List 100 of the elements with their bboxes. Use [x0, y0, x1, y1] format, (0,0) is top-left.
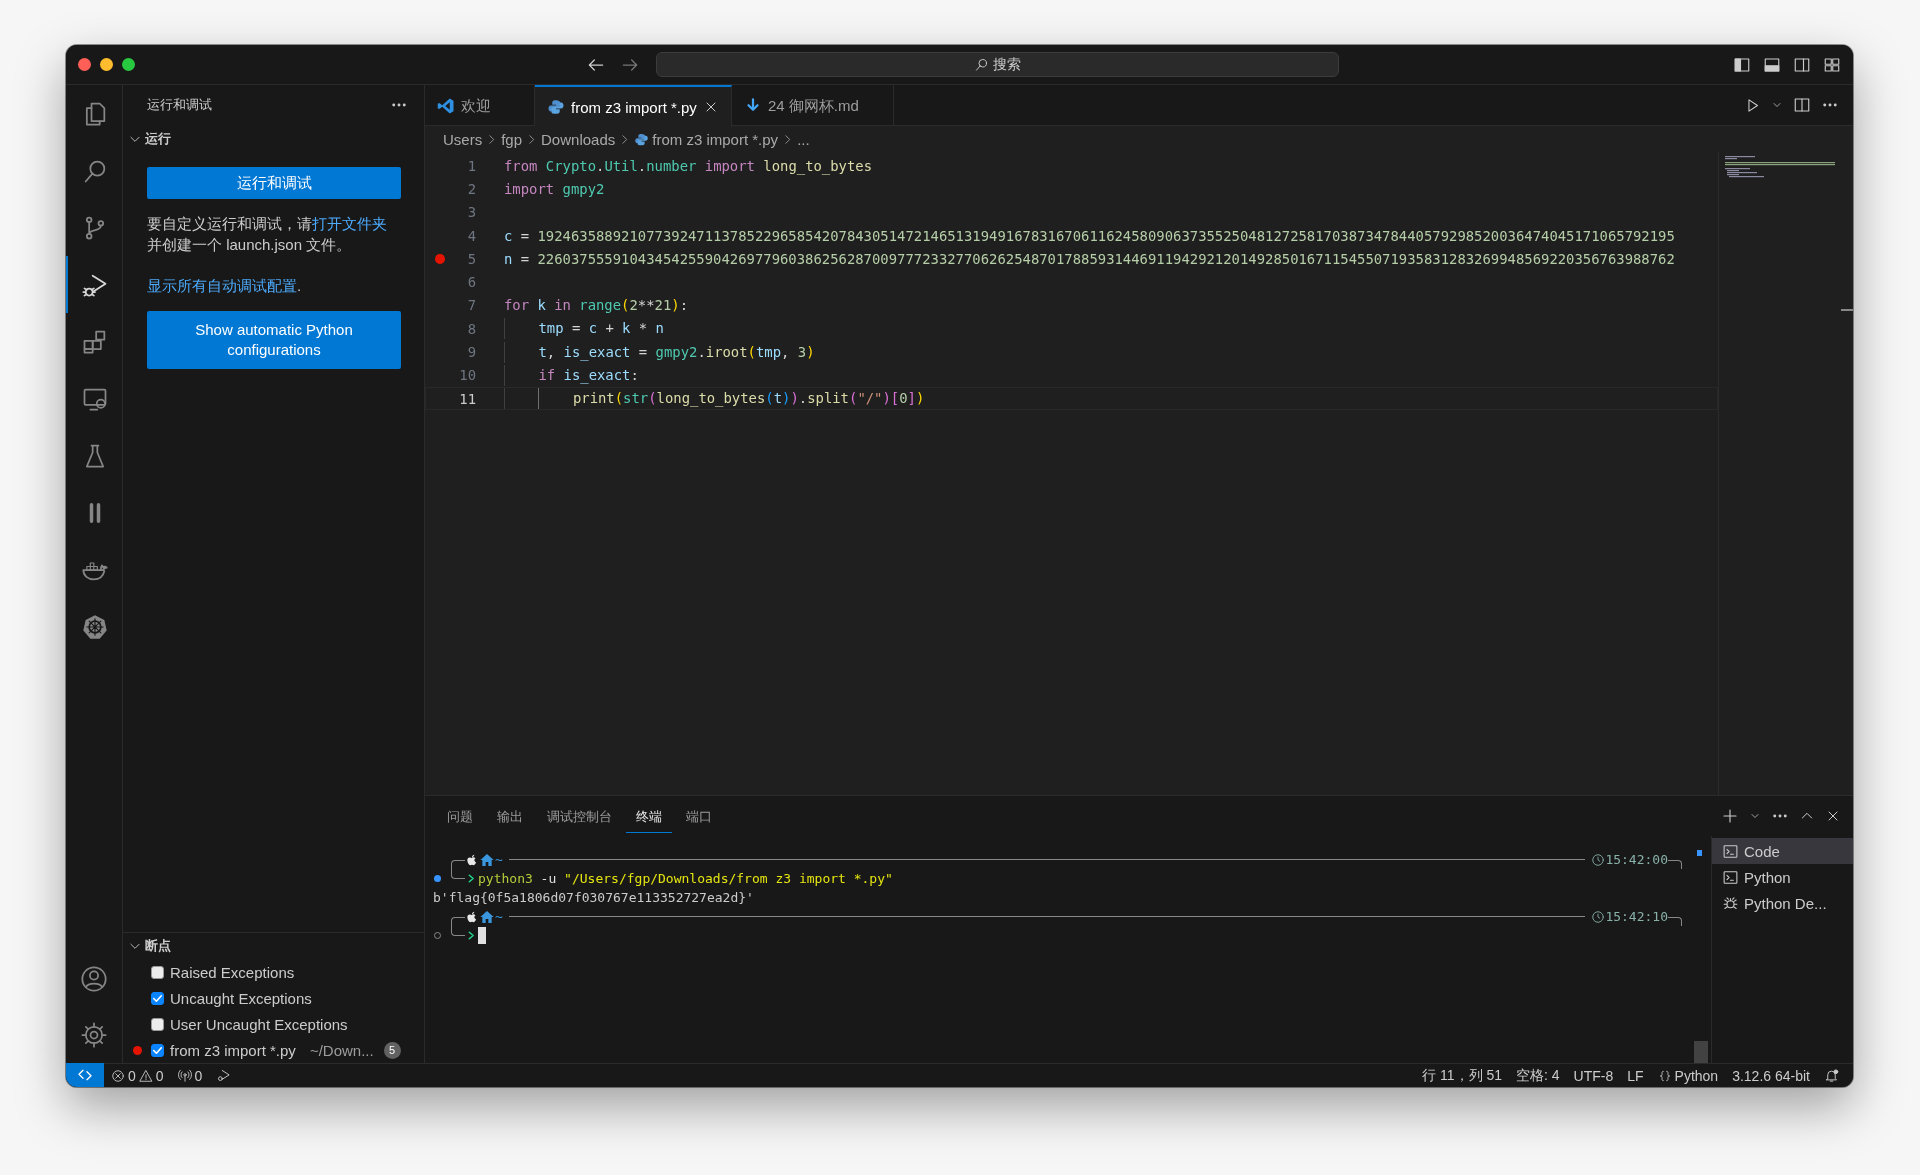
terminal-icon: [1722, 842, 1739, 860]
panel-tab[interactable]: 问题: [437, 799, 483, 833]
sidebar-toggle-icon[interactable]: [1733, 55, 1751, 74]
plus-icon[interactable]: [1721, 807, 1739, 825]
layout-icon[interactable]: [1823, 55, 1841, 74]
breadcrumb-item[interactable]: ...: [797, 130, 810, 148]
home-icon: [479, 851, 495, 868]
prompt-corner: [451, 868, 465, 879]
code-line: c = 1924635889210773924711378522965854207843051472146513194916783167061162458090637355250481272581703873478440579298520036474045171065792195: [504, 227, 1675, 244]
code-line: tmp = c + k * n: [504, 318, 664, 340]
breakpoint-label: from z3 import *.py: [170, 1041, 296, 1059]
close-button[interactable]: [78, 58, 91, 71]
checkbox[interactable]: [151, 991, 164, 1005]
directory: ~: [495, 852, 503, 867]
command-decoration[interactable]: [433, 875, 441, 882]
panel-tab[interactable]: 端口: [676, 799, 722, 833]
ports-button[interactable]: 0: [170, 1064, 210, 1087]
editor-logo-icon: [437, 97, 455, 115]
breakpoint-dot[interactable]: [435, 253, 445, 264]
prompt-corner: [451, 925, 465, 936]
home-icon: [479, 908, 495, 925]
line-number: 9: [466, 344, 476, 360]
output-text: b'flag{0f5a1806d07f030767e113352727ea2d}': [433, 890, 754, 905]
breadcrumb-item[interactable]: Users: [443, 130, 483, 148]
language-mode[interactable]: Python: [1650, 1064, 1726, 1087]
show-configs-link[interactable]: 显示所有自动调试配置: [147, 277, 297, 294]
warning-count: 0: [155, 1067, 164, 1084]
line-number: 8: [466, 320, 476, 337]
panel-toggle-icon[interactable]: [1763, 55, 1781, 74]
prompt-corner: [1668, 859, 1682, 869]
panel-tab[interactable]: 输出: [487, 799, 533, 833]
terminal-item[interactable]: Python De...: [1712, 890, 1853, 916]
line-ending[interactable]: LF: [1620, 1064, 1651, 1087]
command-center[interactable]: 搜索: [656, 52, 1339, 77]
line-number: 5: [466, 250, 476, 267]
interpreter-version[interactable]: 3.12.6 64-bit: [1725, 1064, 1817, 1087]
cursor-position[interactable]: 行 11，列 51: [1415, 1064, 1509, 1087]
line-number: 3: [466, 204, 476, 221]
code-line: if is_exact:: [504, 364, 639, 386]
apple-icon: [465, 852, 479, 867]
panel-tab[interactable]: 调试控制台: [537, 799, 622, 833]
line-number: 7: [466, 297, 476, 314]
count-badge: 5: [383, 1041, 401, 1059]
error-count: 0: [128, 1067, 136, 1084]
search-icon: [974, 57, 989, 72]
editor-tab[interactable]: from z3 import *.py: [535, 85, 732, 127]
run-debug-icon[interactable]: [216, 1068, 232, 1083]
terminal-item[interactable]: Code: [1712, 838, 1853, 864]
timestamp: 15:42:10: [1605, 909, 1668, 924]
command-text: python3 -u "/Users/fgp/Downloads/from z3 import *.py": [478, 871, 893, 886]
prompt-corner: [451, 859, 465, 869]
secondary-sidebar-icon[interactable]: [1793, 55, 1811, 74]
python-file-icon: [634, 131, 650, 147]
breadcrumb-item[interactable]: Downloads: [541, 130, 616, 148]
indentation[interactable]: 空格: 4: [1508, 1064, 1567, 1087]
encoding[interactable]: UTF-8: [1566, 1064, 1621, 1087]
section-header[interactable]: 运行: [123, 125, 424, 153]
prompt-corner: [451, 916, 465, 926]
scrollbar-marker: [1841, 309, 1853, 311]
line-number: 4: [466, 227, 476, 244]
directory: ~: [495, 909, 503, 924]
checkbox[interactable]: [151, 1043, 164, 1057]
code-line: n = 2260375559104345425590426977960386256287009777233277062625487017885931446911942921201492850167115455071935831283269948569220356763988762: [504, 250, 1675, 267]
braces-icon: [1657, 1068, 1672, 1083]
remote-icon: [77, 1067, 93, 1083]
minimize-button[interactable]: [100, 58, 113, 71]
panel-tab[interactable]: 终端: [626, 799, 672, 833]
breakpoint-label: User Uncaught Exceptions: [170, 1015, 348, 1033]
python-configs-button[interactable]: Show automatic Python configurations: [147, 311, 401, 369]
scroll-marker: [1697, 850, 1702, 856]
breakpoint-label: Uncaught Exceptions: [170, 989, 312, 1007]
remote-button[interactable]: [66, 1063, 104, 1087]
bell-icon[interactable]: [1824, 1068, 1839, 1083]
error-icon: [111, 1068, 125, 1083]
breadcrumb-item[interactable]: fgp: [501, 130, 523, 148]
line-number: 2: [466, 180, 476, 197]
terminal-icon: [1722, 868, 1739, 886]
split-editor-icon[interactable]: [1793, 96, 1811, 114]
checkbox[interactable]: [151, 965, 164, 979]
account-icon[interactable]: [80, 965, 108, 993]
run-debug-button[interactable]: 运行和调试: [147, 167, 401, 199]
breakpoint-dot: [133, 1045, 142, 1055]
section-header[interactable]: 断点: [123, 933, 424, 959]
breadcrumb-item[interactable]: from z3 import *.py: [652, 130, 779, 148]
problems-button[interactable]: 0 0: [104, 1064, 171, 1087]
code-line: from Crypto.Util.number import long_to_bytes: [504, 157, 873, 174]
breakpoint-label: Raised Exceptions: [170, 963, 295, 981]
settings-icon[interactable]: [80, 1021, 108, 1049]
clock-icon: [1591, 852, 1606, 867]
code-line: print(str(long_to_bytes(t)).split("/")[0]): [504, 388, 925, 410]
show-configs-text: 显示所有自动调试配置.: [147, 276, 303, 296]
terminal-item[interactable]: Python: [1712, 864, 1853, 890]
timestamp: 15:42:00: [1605, 852, 1668, 867]
zoom-button[interactable]: [122, 58, 135, 71]
editor-tab[interactable]: 24 御网杯.md: [731, 85, 894, 126]
scrollbar-thumb[interactable]: [1694, 1041, 1708, 1063]
line-number: 1: [466, 157, 476, 174]
line-number: 6: [466, 274, 476, 291]
open-folder-link[interactable]: 打开文件夹: [312, 215, 387, 232]
checkbox[interactable]: [151, 1017, 164, 1031]
